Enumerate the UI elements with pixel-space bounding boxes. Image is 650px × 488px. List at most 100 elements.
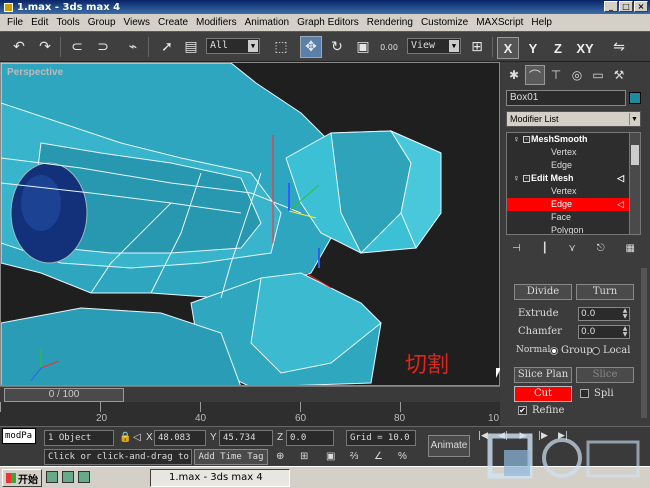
configure-sets-icon[interactable]: ▦ xyxy=(626,243,635,254)
select-rotate-icon[interactable]: ↻ xyxy=(326,36,348,58)
reference-coord-dropdown[interactable]: View ▼ xyxy=(407,38,461,54)
make-unique-icon[interactable]: ⋎ xyxy=(569,243,576,254)
display-tab-icon[interactable]: ▭ xyxy=(588,65,608,85)
quicklaunch-icon[interactable] xyxy=(46,471,58,483)
menu-customize[interactable]: Customize xyxy=(417,17,472,28)
group-radio[interactable] xyxy=(550,347,558,355)
quicklaunch-icon[interactable] xyxy=(78,471,90,483)
link-icon[interactable]: ⊂ xyxy=(66,36,88,58)
quicklaunch-icon[interactable] xyxy=(62,471,74,483)
perspective-viewport[interactable]: Perspective 切割 xyxy=(0,62,500,386)
menu-rendering[interactable]: Rendering xyxy=(363,17,417,28)
modifier-list-dropdown[interactable]: Modifier List ▼ xyxy=(506,111,641,127)
create-tab-icon[interactable]: ✱ xyxy=(504,65,524,85)
bulb-icon[interactable]: ♀ xyxy=(513,172,520,185)
stack-item-edit-mesh[interactable]: ♀ - Edit Mesh ◁ xyxy=(507,172,640,185)
slice-button[interactable]: Slice xyxy=(576,367,634,383)
slice-plane-button[interactable]: Slice Plan xyxy=(514,367,572,383)
stack-item-meshsmooth[interactable]: ♀ - MeshSmooth xyxy=(507,133,640,146)
menu-views[interactable]: Views xyxy=(120,17,155,28)
motion-tab-icon[interactable]: ◎ xyxy=(567,65,587,85)
redo-icon[interactable]: ↷ xyxy=(34,36,56,58)
cut-button[interactable]: Cut xyxy=(514,386,572,402)
menu-file[interactable]: File xyxy=(3,17,27,28)
undo-icon[interactable]: ↶ xyxy=(8,36,30,58)
z-coordinate-field[interactable]: 0.0 xyxy=(286,430,334,446)
pivot-center-icon[interactable]: ⊞ xyxy=(466,36,488,58)
object-name-field[interactable]: Box01 xyxy=(506,90,626,106)
pin-stack-icon[interactable]: ⊣ xyxy=(512,243,521,254)
select-icon[interactable]: ➚ xyxy=(156,36,178,58)
spinner-arrows-icon[interactable]: ▲ ▼ xyxy=(621,308,629,320)
mirror-icon[interactable]: ⇋ xyxy=(608,36,630,58)
refine-checkbox[interactable]: ✔ xyxy=(518,406,527,415)
x-coordinate-field[interactable]: 48.083 xyxy=(154,430,206,446)
angle-snap-icon[interactable]: ∠ xyxy=(374,451,383,462)
scroll-thumb[interactable] xyxy=(631,145,639,165)
menu-tools[interactable]: Tools xyxy=(52,17,83,28)
menu-maxscript[interactable]: MAXScript xyxy=(472,17,527,28)
stack-subitem[interactable]: Edge xyxy=(507,159,640,172)
menu-modifiers[interactable]: Modifiers xyxy=(192,17,241,28)
stack-subitem[interactable]: Polygon xyxy=(507,224,640,234)
stack-subitem[interactable]: Face xyxy=(507,211,640,224)
unlink-icon[interactable]: ⊃ xyxy=(92,36,114,58)
add-time-tag-button[interactable]: Add Time Tag xyxy=(194,449,268,465)
snap-toggle-icon[interactable]: ⅔ xyxy=(350,451,358,462)
collapse-icon[interactable]: - xyxy=(523,175,530,182)
time-slider-thumb[interactable]: 0 / 100 xyxy=(4,388,124,402)
hierarchy-tab-icon[interactable]: ⊤ xyxy=(546,65,566,85)
show-end-result-icon[interactable]: ┃ xyxy=(542,243,548,254)
zoom-icon[interactable]: ⊕ xyxy=(276,451,284,462)
spinner-snap-icon[interactable]: 0.00 xyxy=(378,36,400,58)
start-button[interactable]: 开始 xyxy=(2,469,42,487)
maxscript-listener-mini[interactable]: modPa xyxy=(2,428,36,444)
minimize-button[interactable]: _ xyxy=(604,1,618,12)
select-move-icon[interactable]: ✥ xyxy=(300,36,322,58)
object-color-swatch[interactable] xyxy=(629,92,641,104)
menu-create[interactable]: Create xyxy=(154,17,192,28)
absolute-mode-icon[interactable]: ◁ xyxy=(133,432,141,443)
extrude-spinner[interactable]: 0.0 ▲ ▼ xyxy=(578,307,630,321)
percent-snap-icon[interactable]: % xyxy=(398,451,407,462)
menu-animation[interactable]: Animation xyxy=(241,17,293,28)
bind-space-warp-icon[interactable]: ⌁ xyxy=(122,36,144,58)
menu-group[interactable]: Group xyxy=(84,17,120,28)
taskbar-app-button[interactable]: 1.max - 3ds max 4 xyxy=(150,469,290,487)
close-button[interactable]: × xyxy=(634,1,648,12)
turn-button[interactable]: Turn xyxy=(576,284,634,300)
track-bar[interactable]: 20 40 60 80 10 xyxy=(0,402,500,426)
stack-subitem[interactable]: Vertex xyxy=(507,146,640,159)
axis-x-button[interactable]: X xyxy=(497,37,519,59)
modify-tab-icon[interactable]: ⌒ xyxy=(525,65,545,85)
spinner-arrows-icon[interactable]: ▲ ▼ xyxy=(621,326,629,338)
local-radio[interactable] xyxy=(592,347,600,355)
select-scale-icon[interactable]: ▣ xyxy=(352,36,374,58)
collapse-icon[interactable]: - xyxy=(523,136,530,143)
axis-y-button[interactable]: Y xyxy=(522,37,544,59)
chamfer-spinner[interactable]: 0.0 ▲ ▼ xyxy=(578,325,630,339)
bulb-icon[interactable]: ♀ xyxy=(513,133,520,146)
animate-button[interactable]: Animate xyxy=(428,435,470,457)
maximize-button[interactable]: □ xyxy=(619,1,633,12)
lock-selection-icon[interactable]: 🔒 xyxy=(119,432,131,443)
stack-scrollbar[interactable] xyxy=(629,133,640,234)
modifier-stack[interactable]: ♀ - MeshSmooth Vertex Edge ♀ - Edit Mesh ◁… xyxy=(506,132,641,235)
selection-filter-dropdown[interactable]: All ▼ xyxy=(206,38,260,54)
stack-subitem-selected[interactable]: Edge ◁ xyxy=(507,198,640,211)
y-coordinate-field[interactable]: 45.734 xyxy=(219,430,273,446)
axis-xy-button[interactable]: XY xyxy=(574,37,596,59)
menu-help[interactable]: Help xyxy=(527,17,556,28)
axis-z-button[interactable]: Z xyxy=(547,37,569,59)
zoom-all-icon[interactable]: ⊞ xyxy=(300,451,308,462)
utilities-tab-icon[interactable]: ⚒ xyxy=(609,65,629,85)
select-by-name-icon[interactable]: ▤ xyxy=(180,36,202,58)
menu-edit[interactable]: Edit xyxy=(27,17,52,28)
zoom-extents-icon[interactable]: ▣ xyxy=(326,451,335,462)
split-checkbox[interactable] xyxy=(580,389,589,398)
divide-button[interactable]: Divide xyxy=(514,284,572,300)
time-slider[interactable]: 0 / 100 xyxy=(0,386,500,402)
menu-graph-editors[interactable]: Graph Editors xyxy=(293,17,363,28)
remove-modifier-icon[interactable]: ⎋ xyxy=(597,243,605,254)
select-region-icon[interactable]: ⬚ xyxy=(270,36,292,58)
